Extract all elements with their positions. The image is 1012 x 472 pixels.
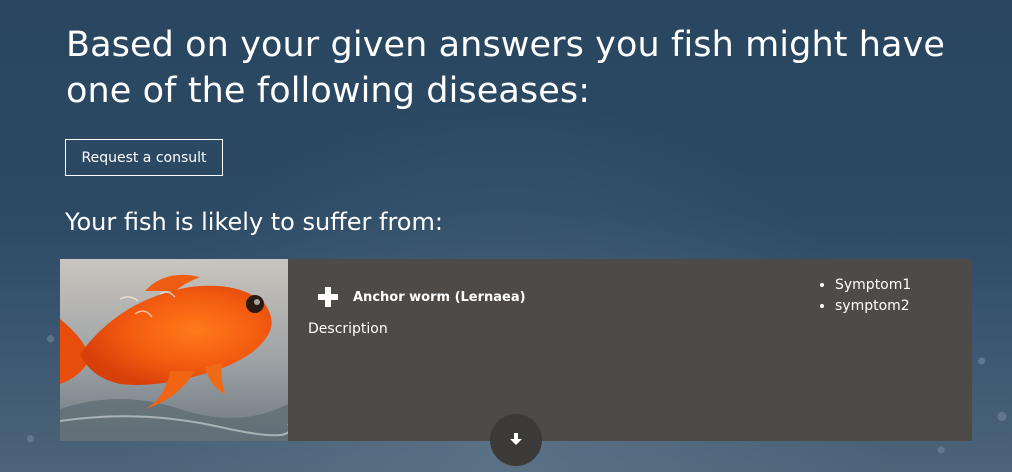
results-subheading: Your fish is likely to suffer from:: [65, 208, 443, 236]
symptom-list: Symptom1 symptom2: [817, 275, 911, 317]
symptom-item: symptom2: [835, 296, 911, 317]
page-title: Based on your given answers you fish mig…: [66, 25, 946, 111]
arrow-down-icon: [509, 431, 523, 450]
disease-name: Anchor worm (Lernaea): [353, 289, 526, 305]
fish-photo: [60, 259, 288, 441]
plus-icon[interactable]: [317, 286, 339, 308]
disease-header: Anchor worm (Lernaea): [317, 286, 526, 308]
scroll-down-button[interactable]: [490, 414, 542, 466]
disease-description: Description: [308, 321, 388, 337]
request-consult-button[interactable]: Request a consult: [65, 139, 223, 176]
symptom-item: Symptom1: [835, 275, 911, 296]
